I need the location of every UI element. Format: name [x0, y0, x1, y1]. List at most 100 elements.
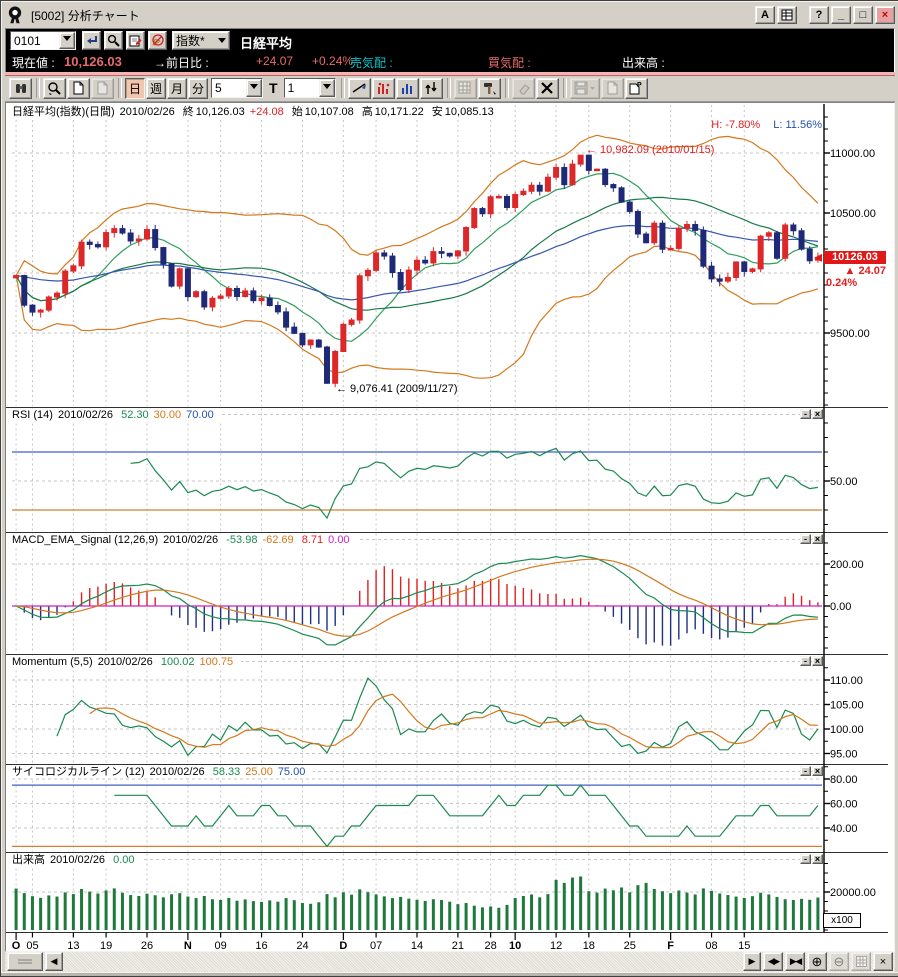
toolbar-separator: [341, 78, 345, 98]
red-bars-icon: [376, 81, 391, 95]
save-icon: [574, 81, 596, 95]
svg-text:25: 25: [624, 940, 636, 951]
tick-interval-value: 1: [288, 81, 295, 95]
eraser-icon: [516, 82, 531, 95]
svg-text:20000.00: 20000.00: [830, 887, 876, 899]
delete-all-button[interactable]: [536, 78, 559, 99]
volume-multiplier: x100: [823, 913, 861, 928]
period-minute-button[interactable]: 分: [188, 78, 208, 99]
dropdown-arrow-icon[interactable]: [246, 79, 262, 97]
maximize-button[interactable]: □: [853, 6, 873, 24]
print-setup-button[interactable]: P: [625, 78, 648, 99]
zoom-in-button[interactable]: ⊕: [807, 952, 827, 971]
svg-text:13: 13: [67, 940, 79, 951]
svg-text:D: D: [339, 940, 347, 951]
panel-minimize-button[interactable]: -: [800, 766, 811, 776]
new-page-button[interactable]: [67, 78, 90, 99]
change-value: +24.07: [256, 54, 293, 68]
period-week-button[interactable]: 週: [146, 78, 166, 99]
svg-text:O: O: [12, 940, 21, 951]
grid-toggle-button[interactable]: [851, 952, 871, 971]
minute-interval-combo[interactable]: 5: [211, 78, 263, 98]
change-pct: +0.24%: [312, 54, 353, 68]
save-chart-button[interactable]: [570, 78, 600, 99]
expand-bars-button[interactable]: ◀ ▶: [763, 952, 783, 971]
change-label: →前日比 :: [154, 54, 209, 71]
scrollbar-thumb[interactable]: [7, 952, 43, 971]
hammer-icon: [482, 81, 497, 95]
bid-label: 買気配 :: [488, 54, 531, 71]
psych-panel-header: サイコロジカルライン (12)2010/02/26 58.3325.0075.0…: [12, 766, 313, 778]
svg-text:18: 18: [583, 940, 595, 951]
zoom-out-button[interactable]: ⊖: [829, 952, 849, 971]
svg-text:11000.00: 11000.00: [830, 148, 875, 160]
page-icon: [606, 81, 619, 95]
svg-text:09: 09: [215, 940, 227, 951]
trendline-button[interactable]: [348, 78, 371, 99]
grid-settings-button[interactable]: [454, 78, 477, 99]
compress-bars-button[interactable]: ▶ ◀: [785, 952, 805, 971]
tick-label: T: [269, 80, 278, 96]
main-toolbar: 日 週 月 分 5 T 1: [5, 75, 895, 102]
current-price-label: 現在値 :: [12, 54, 55, 71]
search-icon: [107, 34, 120, 47]
close-button[interactable]: ×: [875, 6, 895, 24]
close-scroll-button[interactable]: ×: [873, 952, 893, 971]
horizontal-scrollbar[interactable]: ◀ ▶ ◀ ▶ ▶ ◀ ⊕ ⊖ ×: [5, 952, 895, 972]
scroll-right-button[interactable]: ▶: [743, 952, 761, 971]
category-combo[interactable]: 指数*: [172, 31, 230, 50]
tick-chart-blue-button[interactable]: [396, 78, 419, 99]
period-day-button[interactable]: 日: [125, 78, 145, 99]
svg-text:15: 15: [738, 940, 750, 951]
indicator-settings-button[interactable]: [478, 78, 501, 99]
scroll-left-button[interactable]: ◀: [45, 952, 63, 971]
title-bar: [5002] 分析チャート A ? _ □ ×: [5, 4, 895, 26]
svg-text:110.00: 110.00: [830, 675, 863, 687]
toolbar-separator: [447, 78, 451, 98]
symbol-code-combo[interactable]: 0101: [10, 31, 76, 50]
sort-updown-button[interactable]: [420, 78, 443, 99]
panel-close-button[interactable]: ×: [812, 409, 823, 419]
svg-text:19: 19: [100, 940, 112, 951]
up-down-arrows-icon: [424, 81, 439, 95]
memo-icon: [129, 34, 142, 47]
trendline-icon: [352, 81, 367, 95]
dropdown-arrow-icon[interactable]: [319, 79, 335, 97]
volume-panel-header: 出来高2010/02/26 0.00: [12, 854, 143, 866]
memo-edit-button[interactable]: [126, 31, 145, 50]
font-button[interactable]: A: [755, 6, 775, 24]
panel-minimize-button[interactable]: -: [800, 534, 811, 544]
help-button[interactable]: ?: [809, 6, 829, 24]
dropdown-arrow-icon[interactable]: [59, 32, 75, 49]
minimize-button[interactable]: _: [831, 6, 851, 24]
panel-minimize-button[interactable]: -: [800, 409, 811, 419]
load-symbol-button[interactable]: [82, 31, 101, 50]
panel-close-button[interactable]: ×: [812, 534, 823, 544]
svg-text:60.00: 60.00: [830, 799, 858, 811]
board-button[interactable]: [777, 6, 797, 24]
panel-close-button[interactable]: ×: [812, 766, 823, 776]
period-month-button[interactable]: 月: [167, 78, 187, 99]
toolbar-separator: [563, 78, 567, 98]
app-logo-icon: [5, 5, 25, 25]
panel-minimize-button[interactable]: -: [800, 656, 811, 666]
panel-close-button[interactable]: ×: [812, 854, 823, 864]
watch-list-button[interactable]: [9, 78, 32, 99]
marker-change: ▲ 24.07: [824, 265, 886, 277]
zoom-mode-button[interactable]: [43, 78, 66, 99]
symbol-search-button[interactable]: [104, 31, 123, 50]
blue-bars-icon: [400, 81, 415, 95]
draw-off-button[interactable]: [148, 31, 167, 50]
open-page-button[interactable]: [601, 78, 624, 99]
board-icon: [781, 9, 793, 21]
tick-chart-red-button[interactable]: [372, 78, 395, 99]
panel-minimize-button[interactable]: -: [800, 854, 811, 864]
svg-text:24: 24: [296, 940, 308, 951]
panel-close-button[interactable]: ×: [812, 656, 823, 666]
copy-page-button[interactable]: [91, 78, 114, 99]
chart-canvas[interactable]: 11000.0010500.009500.0050.00200.000.0011…: [6, 103, 894, 951]
svg-text:10: 10: [509, 940, 521, 951]
eraser-button[interactable]: [512, 78, 535, 99]
tick-interval-combo[interactable]: 1: [284, 78, 336, 98]
quote-panel: 0101 指数* 日経平均 現在値 : 10,126.03 →前日比 : +24…: [5, 28, 895, 74]
